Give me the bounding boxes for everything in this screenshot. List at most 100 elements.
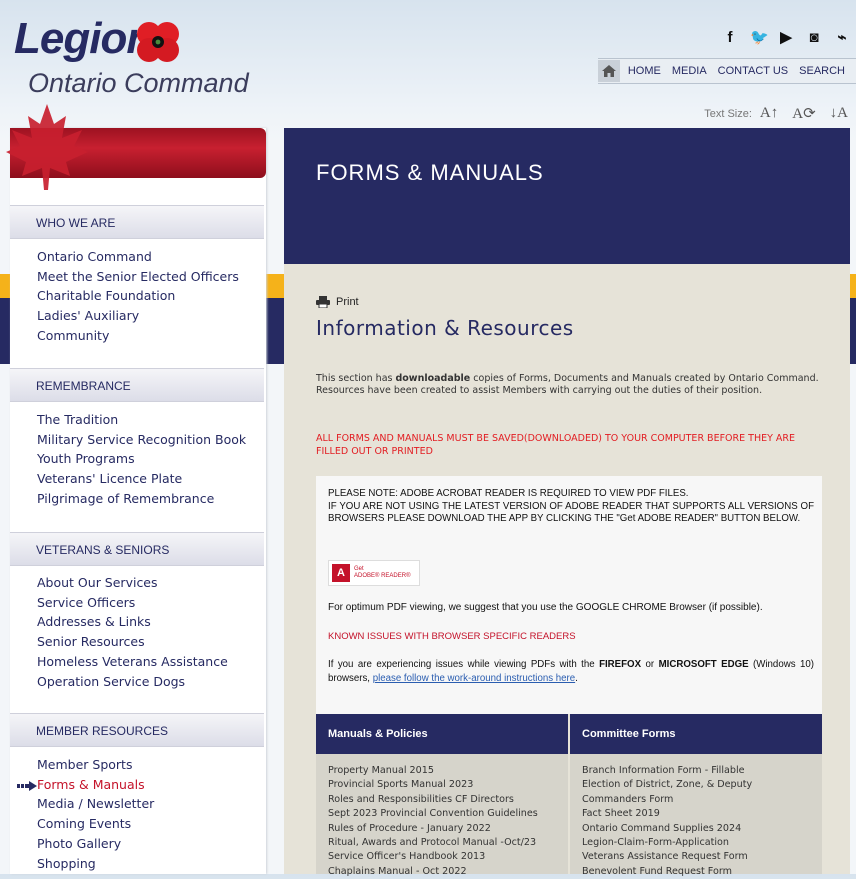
adobe-reader-label: ADOBE® READER® — [354, 573, 411, 579]
table-link-provincial-sports-manual-2023[interactable]: Provincial Sports Manual 2023 — [328, 778, 538, 792]
nav-home[interactable]: HOME — [628, 65, 661, 77]
text-size-controls: Text Size: A↑ A⟳ ↓A — [704, 104, 848, 123]
home-icon[interactable] — [598, 60, 620, 82]
table-link-legion-claim-form-application[interactable]: Legion-Claim-Form-Application — [582, 836, 752, 850]
table-col-manuals: Property Manual 2015 Provincial Sports Ma… — [316, 754, 568, 877]
sidebar-item-ontario-command[interactable]: Ontario Command — [37, 247, 239, 267]
table-link-ontario-command-supplies-2024[interactable]: Ontario Command Supplies 2024 — [582, 822, 752, 836]
nav-contact-us[interactable]: CONTACT US — [718, 65, 789, 77]
top-nav: HOME MEDIA CONTACT US SEARCH — [598, 58, 856, 84]
sidebar-list: Member Sports Forms & Manuals Media / News… — [37, 755, 154, 873]
poppy-icon — [137, 22, 179, 62]
text-size-decrease-button[interactable]: ↓A — [830, 105, 848, 122]
sidebar-item-ladies-auxiliary[interactable]: Ladies' Auxiliary — [37, 306, 239, 326]
sidebar-item-shopping[interactable]: Shopping — [37, 854, 154, 874]
table-link-property-manual-2015[interactable]: Property Manual 2015 — [328, 764, 538, 778]
site-logo[interactable]: Legion — [14, 14, 179, 64]
table-link-sept-2023-provincial-convention-guidelines[interactable]: Sept 2023 Provincial Convention Guidelin… — [328, 807, 538, 821]
intro-bold: downloadable — [395, 373, 471, 384]
sidebar-heading-remembrance[interactable]: REMEMBRANCE — [10, 368, 264, 402]
sidebar-item-homeless-veterans-assistance[interactable]: Homeless Veterans Assistance — [37, 652, 228, 672]
table-link-chaplains-manual-oct-2022[interactable]: Chaplains Manual - Oct 2022 — [328, 865, 538, 879]
table-link-benevolent-fund-request-form[interactable]: Benevolent Fund Request Form — [582, 865, 752, 879]
table-header-committee-forms: Committee Forms — [570, 714, 822, 754]
sidebar-heading-label: WHO WE ARE — [36, 216, 116, 230]
logo-wordmark: Legion — [14, 14, 153, 63]
table-col-committee-forms: Branch Information Form - Fillable Electi… — [570, 754, 822, 877]
sidebar-item-about-our-services[interactable]: About Our Services — [37, 573, 228, 593]
browser-issue-text: If you are experiencing issues while vie… — [328, 658, 814, 686]
nav-media[interactable]: MEDIA — [672, 65, 707, 77]
intro-text: This section has downloadable copies of … — [316, 373, 822, 396]
sidebar-item-charitable-foundation[interactable]: Charitable Foundation — [37, 286, 239, 306]
logo-subtitle: Ontario Command — [28, 68, 249, 98]
table-link-service-officer-s-handbook-2013[interactable]: Service Officer's Handbook 2013 — [328, 850, 538, 864]
sidebar-item-forms-manuals[interactable]: Forms & Manuals — [37, 775, 154, 795]
sidebar-item-veterans-licence-plate[interactable]: Veterans' Licence Plate — [37, 469, 246, 489]
notice-text: PLEASE NOTE: ADOBE ACROBAT READER IS REQ… — [328, 488, 814, 526]
social-links: f 🐦 ▶ ◙ ⌁ — [722, 28, 850, 47]
sidebar-item-operation-service-dogs[interactable]: Operation Service Dogs — [37, 672, 228, 692]
sidebar-item-youth-programs[interactable]: Youth Programs — [37, 449, 246, 469]
table-link-veterans-assistance-request-form[interactable]: Veterans Assistance Request Form — [582, 850, 752, 864]
col1-header-label: Manuals & Policies — [328, 728, 428, 740]
sidebar-heading-label: REMEMBRANCE — [36, 379, 131, 393]
sidebar-list: The Tradition Military Service Recognitio… — [37, 410, 246, 509]
sidebar-item-member-sports[interactable]: Member Sports — [37, 755, 154, 775]
sidebar-list: Ontario Command Meet the Senior Elected O… — [37, 247, 239, 346]
page-title: FORMS & MANUALS — [316, 160, 544, 185]
youtube-icon[interactable]: ▶ — [778, 28, 794, 46]
adobe-icon: A — [332, 564, 350, 582]
issue-or: or — [641, 659, 659, 670]
sidebar-item-photo-gallery[interactable]: Photo Gallery — [37, 834, 154, 854]
col2-header-label: Committee Forms — [582, 728, 676, 740]
sidebar-item-pilgrimage-of-remembrance[interactable]: Pilgrimage of Remembrance — [37, 489, 246, 509]
sidebar-heading-member-resources[interactable]: MEMBER RESOURCES — [10, 713, 264, 747]
known-issues-heading: KNOWN ISSUES WITH BROWSER SPECIFIC READE… — [328, 631, 576, 642]
workaround-link[interactable]: please follow the work-around instructio… — [373, 673, 575, 684]
sidebar-item-service-officers[interactable]: Service Officers — [37, 593, 228, 613]
intro-prefix: This section has — [316, 373, 396, 384]
printer-icon — [316, 296, 330, 308]
text-size-reset-button[interactable]: A⟳ — [792, 104, 815, 123]
maple-leaf-icon — [6, 104, 88, 190]
issue-firefox: FIREFOX — [599, 659, 642, 670]
sidebar-heading-veterans-seniors[interactable]: VETERANS & SENIORS — [10, 532, 264, 566]
notice-line2: IF YOU ARE NOT USING THE LATEST VERSION … — [328, 500, 814, 525]
sidebar-item-coming-events[interactable]: Coming Events — [37, 814, 154, 834]
table-link-rules-of-procedure-january-2022[interactable]: Rules of Procedure - January 2022 — [328, 822, 538, 836]
table-link-fact-sheet-2019[interactable]: Fact Sheet 2019 — [582, 807, 752, 821]
get-adobe-reader-button[interactable]: A Get ADOBE® READER® — [328, 560, 420, 586]
sidebar-item-the-tradition[interactable]: The Tradition — [37, 410, 246, 430]
flickr-icon[interactable]: ◙ — [806, 29, 822, 46]
table-link-branch-information-form-fillable[interactable]: Branch Information Form - Fillable — [582, 764, 752, 778]
table-link-ritual-awards-and-protocol-manual-oct-23[interactable]: Ritual, Awards and Protocol Manual -Oct/… — [328, 836, 538, 850]
table-link-election-of-district-zone-deputy[interactable]: Election of District, Zone, & Deputy — [582, 778, 752, 792]
sidebar-list: About Our Services Service Officers Addres… — [37, 573, 228, 691]
sidebar-item-military-service-recognition-book[interactable]: Military Service Recognition Book — [37, 430, 246, 450]
sidebar-heading-label: MEMBER RESOURCES — [36, 724, 169, 738]
table-link-commanders-form[interactable]: Commanders Form — [582, 793, 752, 807]
adobe-notice-box: PLEASE NOTE: ADOBE ACROBAT READER IS REQ… — [316, 476, 822, 714]
forms-table: Manuals & Policies Committee Forms Prope… — [316, 714, 822, 877]
sidebar-item-senior-resources[interactable]: Senior Resources — [37, 632, 228, 652]
table-link-roles-and-responsibilities-cf-directors[interactable]: Roles and Responsibilities CF Directors — [328, 793, 538, 807]
issue-edge: MICROSOFT EDGE — [658, 659, 749, 670]
table-header-manuals: Manuals & Policies — [316, 714, 568, 754]
facebook-icon[interactable]: f — [722, 29, 738, 46]
rss-icon[interactable]: ⌁ — [834, 28, 850, 46]
adobe-button-text: Get ADOBE® READER® — [354, 566, 411, 580]
twitter-icon[interactable]: 🐦 — [750, 28, 769, 46]
print-button[interactable]: Print — [316, 296, 359, 308]
sidebar-heading-who-we-are[interactable]: WHO WE ARE — [10, 205, 264, 239]
nav-search[interactable]: SEARCH — [799, 65, 845, 77]
section-heading: Information & Resources — [316, 316, 574, 340]
sidebar-item-meet-the-senior-elected-officers[interactable]: Meet the Senior Elected Officers — [37, 267, 239, 287]
text-size-increase-button[interactable]: A↑ — [760, 105, 778, 122]
sidebar-item-community[interactable]: Community — [37, 326, 239, 346]
sidebar-item-addresses-links[interactable]: Addresses & Links — [37, 612, 228, 632]
sidebar-heading-label: VETERANS & SENIORS — [36, 543, 170, 557]
sidebar-item-media-newsletter[interactable]: Media / Newsletter — [37, 794, 154, 814]
issue-end: . — [575, 673, 578, 684]
chrome-tip: For optimum PDF viewing, we suggest that… — [328, 602, 763, 613]
